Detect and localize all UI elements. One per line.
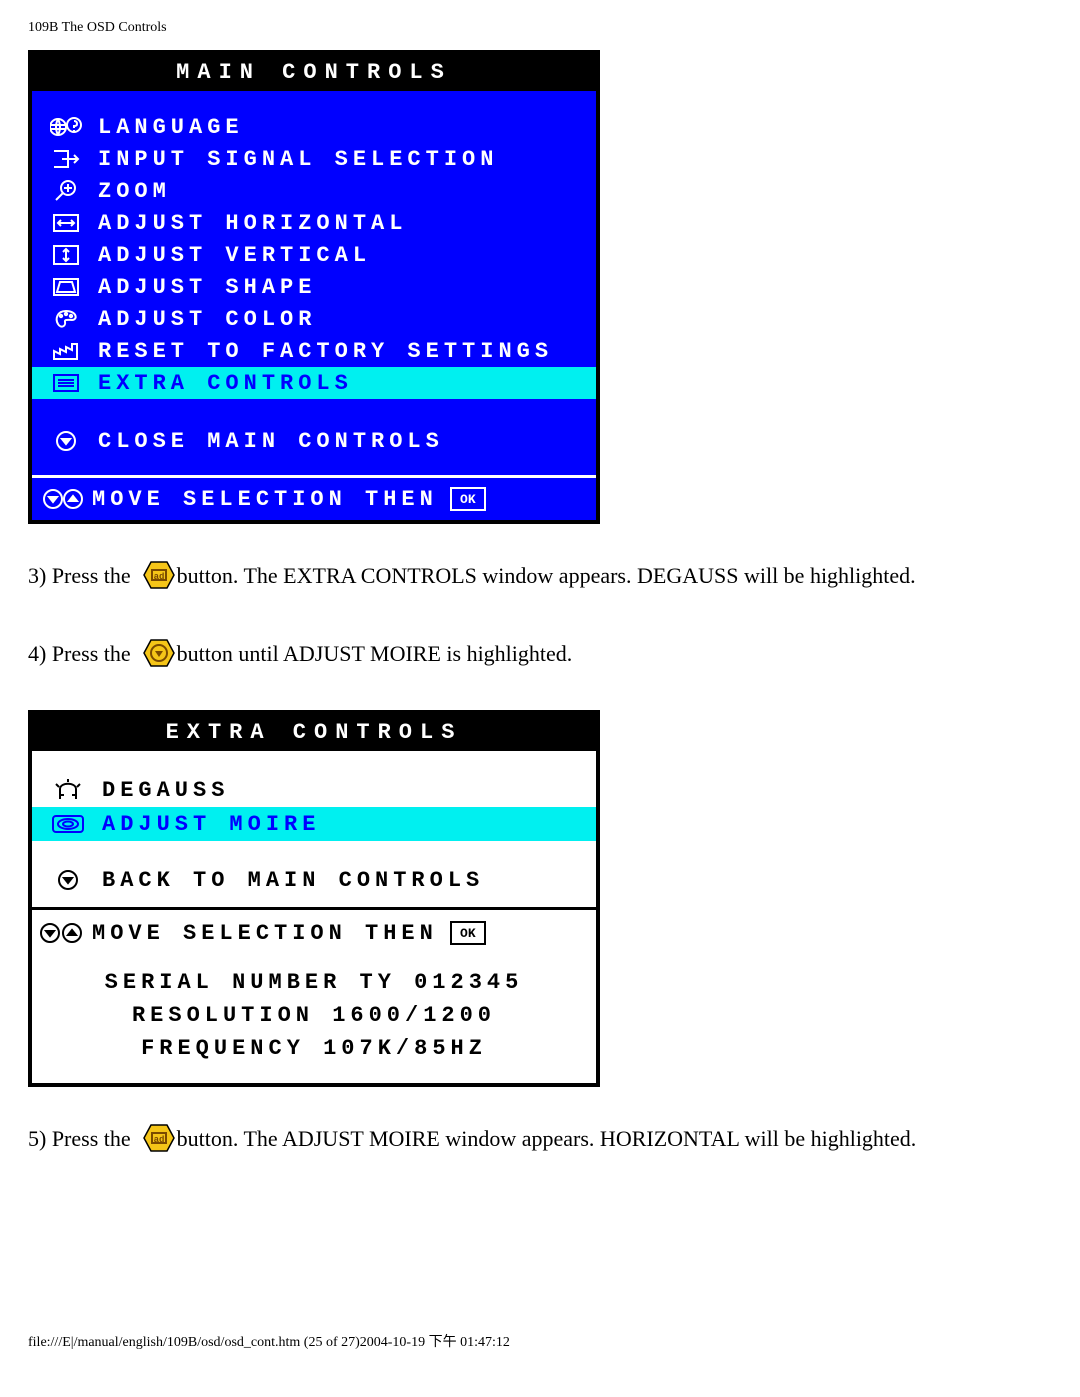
menu-item-adjust-vertical[interactable]: ADJUST VERTICAL [32,239,596,271]
menu-item-extra-controls[interactable]: EXTRA CONTROLS [32,367,596,399]
extra-item-adjust-moire[interactable]: ADJUST MOIRE [32,807,596,841]
close-label: CLOSE MAIN CONTROLS [98,429,444,454]
svg-text:ad: ad [153,1135,164,1145]
extra-label: DEGAUSS [102,778,229,803]
factory-icon [48,338,84,364]
menu-label: LANGUAGE [98,115,244,140]
footer-move-text: MOVE SELECTION THEN [92,487,438,512]
menu-label: EXTRA CONTROLS [98,371,353,396]
horizontal-arrows-icon [48,210,84,236]
down-button-icon [143,638,171,670]
menu-label: ADJUST HORIZONTAL [98,211,407,236]
input-arrow-icon [48,146,84,172]
menu-item-adjust-color[interactable]: ADJUST COLOR [32,303,596,335]
main-controls-panel: MAIN CONTROLS LANGUAGE INPUT SIGNAL S [28,50,600,524]
shape-trapezoid-icon [48,274,84,300]
extra-item-degauss[interactable]: DEGAUSS [32,773,596,807]
menu-item-zoom[interactable]: ZOOM [32,175,596,207]
palette-icon [48,306,84,332]
step-4: 4) Press the button until ADJUST MOIRE i… [28,632,1052,676]
extra-controls-panel: EXTRA CONTROLS DEGAUSS ADJUST MOIRE [28,710,600,1087]
ok-button-icon: ad [143,560,171,592]
up-down-circles-icon [42,486,84,512]
page-header: 109B The OSD Controls [28,20,1052,36]
menu-item-language[interactable]: LANGUAGE [32,111,596,143]
step-3: 3) Press the ad button. The EXTRA CONTRO… [28,554,1052,598]
frequency: FREQUENCY 107K/85HZ [32,1032,596,1065]
close-main-controls[interactable]: CLOSE MAIN CONTROLS [32,425,596,457]
step-text: 4) Press the [28,632,131,676]
step-text: button until ADJUST MOIRE is highlighted… [177,632,573,676]
menu-label: ADJUST COLOR [98,307,316,332]
back-label: BACK TO MAIN CONTROLS [102,868,484,893]
menu-label: INPUT SIGNAL SELECTION [98,147,498,172]
extra-controls-title: EXTRA CONTROLS [32,714,596,751]
back-to-main-controls[interactable]: BACK TO MAIN CONTROLS [32,863,596,897]
magnet-icon [48,776,88,804]
menu-item-input-signal[interactable]: INPUT SIGNAL SELECTION [32,143,596,175]
step-text: button. The EXTRA CONTROLS window appear… [177,554,916,598]
menu-label: ADJUST VERTICAL [98,243,371,268]
step-text: 3) Press the [28,554,131,598]
list-box-icon [48,370,84,396]
ok-button-icon: ad [143,1123,171,1155]
serial-number: SERIAL NUMBER TY 012345 [32,966,596,999]
moire-icon [48,810,88,838]
page-footer: file:///E|/manual/english/109B/osd/osd_c… [28,1331,1052,1351]
extra-info-block: SERIAL NUMBER TY 012345 RESOLUTION 1600/… [32,954,596,1083]
ok-box-icon: OK [450,921,486,945]
menu-label: ADJUST SHAPE [98,275,316,300]
step-text: button. The ADJUST MOIRE window appears.… [177,1117,917,1161]
menu-label: ZOOM [98,179,171,204]
menu-item-adjust-horizontal[interactable]: ADJUST HORIZONTAL [32,207,596,239]
up-down-circles-icon [38,920,84,946]
extra-label: ADJUST MOIRE [102,812,320,837]
extra-controls-footer: MOVE SELECTION THEN OK [32,907,596,954]
ok-box-icon: OK [450,487,486,511]
menu-label: RESET TO FACTORY SETTINGS [98,339,553,364]
vertical-arrows-icon [48,242,84,268]
menu-item-adjust-shape[interactable]: ADJUST SHAPE [32,271,596,303]
resolution: RESOLUTION 1600/1200 [32,999,596,1032]
svg-text:ad: ad [153,572,164,582]
down-circle-icon [48,428,84,454]
main-controls-title: MAIN CONTROLS [32,54,596,91]
menu-item-reset-factory[interactable]: RESET TO FACTORY SETTINGS [32,335,596,367]
main-controls-footer: MOVE SELECTION THEN OK [32,475,596,520]
magnifier-plus-icon [48,178,84,204]
step-text: 5) Press the [28,1117,131,1161]
step-5: 5) Press the ad button. The ADJUST MOIRE… [28,1117,1052,1161]
footer-move-text: MOVE SELECTION THEN [92,921,438,946]
globe-question-icon [48,114,84,140]
down-circle-icon [48,866,88,894]
